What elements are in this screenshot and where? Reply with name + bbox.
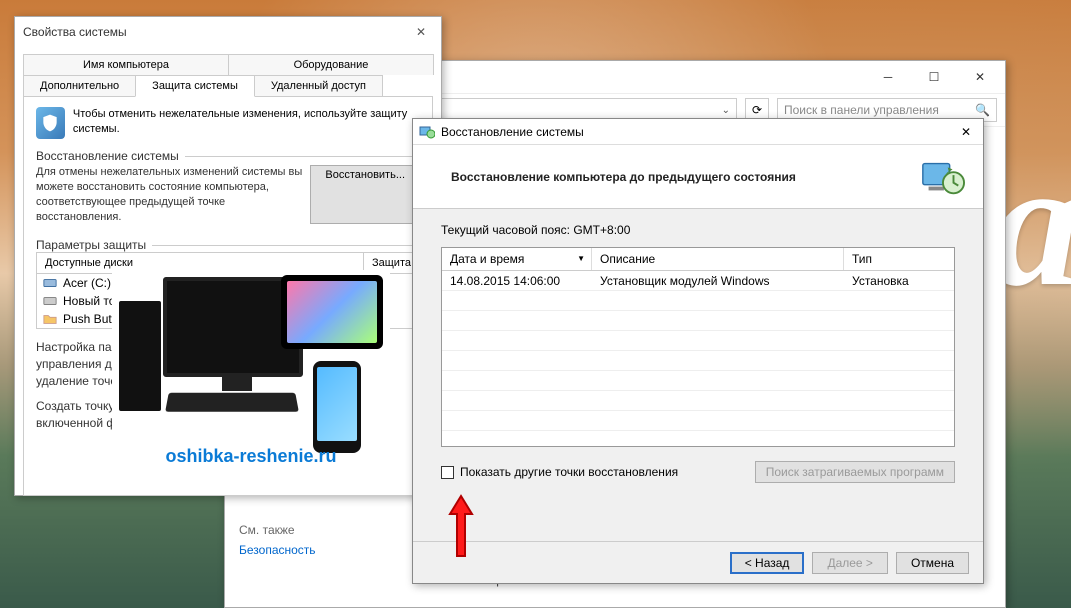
close-button[interactable]: ✕ [957, 63, 1003, 91]
system-restore-wizard: Восстановление системы ✕ Восстановление … [412, 118, 984, 584]
next-button[interactable]: Далее > [812, 552, 888, 574]
cancel-button[interactable]: Отмена [896, 552, 969, 574]
scan-affected-button[interactable]: Поиск затрагиваемых программ [755, 461, 955, 483]
close-icon[interactable]: ✕ [955, 121, 977, 143]
back-button[interactable]: < Назад [730, 552, 805, 574]
folder-icon [43, 312, 57, 326]
restore-points-table: Дата и время▼ Описание Тип 14.08.2015 14… [441, 247, 955, 447]
restore-button[interactable]: Восстановить... [310, 165, 420, 224]
col-datetime[interactable]: Дата и время▼ [442, 248, 592, 270]
search-icon: 🔍 [975, 103, 990, 117]
show-more-checkbox[interactable]: Показать другие точки восстановления [441, 465, 678, 479]
col-description[interactable]: Описание [592, 248, 844, 270]
wizard-title: Восстановление системы [441, 125, 584, 139]
intro-text: Чтобы отменить нежелательные изменения, … [73, 107, 420, 139]
search-placeholder: Поиск в панели управления [784, 103, 939, 117]
keyboard-icon [165, 393, 299, 412]
phone-icon [313, 361, 361, 453]
tab-advanced[interactable]: Дополнительно [23, 75, 136, 97]
minimize-button[interactable]: ─ [865, 63, 911, 91]
security-link[interactable]: Безопасность [239, 543, 423, 557]
wizard-heading: Восстановление компьютера до предыдущего… [451, 170, 796, 184]
chevron-down-icon[interactable]: ⌄ [722, 105, 730, 116]
tab-system-protection[interactable]: Защита системы [135, 75, 255, 97]
devices-image: oshibka-reshenie.ru [112, 270, 390, 470]
drive-icon [43, 294, 57, 308]
tab-computer-name[interactable]: Имя компьютера [23, 54, 229, 75]
restore-description: Для отмены нежелательных изменений систе… [36, 165, 302, 224]
tablet-icon [281, 275, 383, 349]
see-also-label: См. также [239, 523, 423, 537]
close-icon[interactable]: ✕ [409, 20, 433, 44]
group-params-label: Параметры защиты [36, 238, 152, 252]
dialog-title: Свойства системы [23, 25, 127, 39]
cell-description: Установщик модулей Windows [592, 272, 844, 290]
drive-name: Acer (C:) ( [63, 276, 118, 290]
watermark-url: oshibka-reshenie.ru [113, 446, 389, 467]
cell-type: Установка [844, 272, 954, 290]
drive-name: Новый то [63, 294, 115, 308]
restore-icon [419, 124, 435, 140]
shield-icon [36, 107, 65, 139]
show-more-label: Показать другие точки восстановления [460, 465, 678, 479]
checkbox-icon [441, 466, 454, 479]
tab-remote[interactable]: Удаленный доступ [254, 75, 383, 97]
cell-datetime: 14.08.2015 14:06:00 [442, 272, 592, 290]
group-restore-label: Восстановление системы [36, 149, 185, 163]
timezone-text: Текущий часовой пояс: GMT+8:00 [441, 223, 955, 237]
drive-icon [43, 276, 57, 290]
desktop-tower-icon [119, 301, 161, 411]
sort-desc-icon: ▼ [577, 254, 585, 263]
restore-point-row[interactable]: 14.08.2015 14:06:00 Установщик модулей W… [442, 271, 954, 291]
restore-large-icon [919, 154, 965, 200]
tab-hardware[interactable]: Оборудование [228, 54, 434, 75]
col-type[interactable]: Тип [844, 248, 954, 270]
maximize-button[interactable]: ☐ [911, 63, 957, 91]
